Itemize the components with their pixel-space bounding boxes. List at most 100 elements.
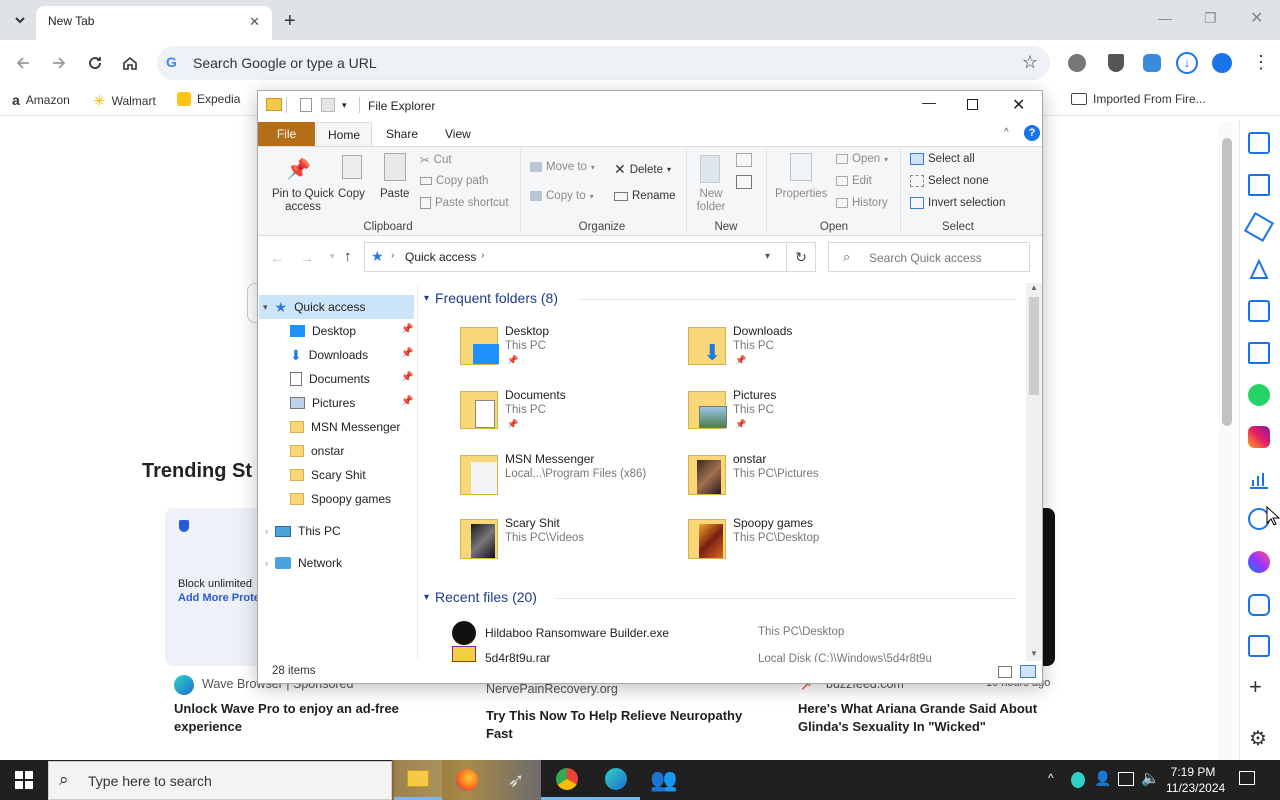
- translate-icon[interactable]: [1248, 635, 1270, 657]
- chevron-right-icon[interactable]: ›: [481, 250, 484, 261]
- taskbar-chrome[interactable]: [541, 760, 593, 800]
- forward-icon[interactable]: [50, 54, 68, 72]
- taskbar-firefox[interactable]: [443, 760, 491, 800]
- frequent-folders-header[interactable]: ▾ Frequent folders (8): [424, 290, 558, 306]
- details-view-icon[interactable]: [998, 666, 1012, 678]
- messenger-icon[interactable]: [1248, 551, 1270, 573]
- nav-documents[interactable]: Documents: [290, 368, 370, 390]
- back-icon[interactable]: [14, 54, 32, 72]
- back-arrow-icon[interactable]: ←: [270, 250, 284, 266]
- recent-file-name[interactable]: Hildaboo Ransomware Builder.exe: [485, 626, 669, 640]
- ad-card-image[interactable]: Block unlimited Add More Prote: [165, 508, 260, 666]
- maximize-button[interactable]: [967, 99, 978, 110]
- new-tab-button[interactable]: +: [284, 10, 296, 33]
- toggle-extension-icon[interactable]: [1143, 54, 1161, 72]
- whatsapp-icon[interactable]: [1248, 384, 1270, 406]
- delete-button[interactable]: ✕ Delete ▾: [614, 161, 671, 178]
- volume-icon[interactable]: 🔈: [1141, 769, 1160, 787]
- pin-icon[interactable]: 📌: [401, 348, 413, 359]
- close-button[interactable]: ✕: [1012, 95, 1025, 115]
- folder-icon[interactable]: [688, 455, 726, 495]
- collapse-ribbon-icon[interactable]: ^: [1004, 127, 1009, 138]
- folder-icon[interactable]: [688, 519, 726, 559]
- search-box[interactable]: ⌕ Search Quick access: [828, 242, 1030, 272]
- omnibox[interactable]: G Search Google or type a URL ☆: [157, 46, 1050, 80]
- move-to-button[interactable]: Move to ▾: [530, 161, 595, 173]
- taskbar-wave-browser[interactable]: [592, 760, 640, 800]
- taskbar-rocket-app[interactable]: ➶: [492, 760, 540, 800]
- paste-button[interactable]: Paste: [380, 188, 409, 200]
- restore-button[interactable]: ❐: [1204, 10, 1217, 27]
- folder-name[interactable]: Documents: [505, 388, 566, 402]
- folder-name[interactable]: Pictures: [733, 388, 776, 402]
- taskbar-search[interactable]: ⌕ Type here to search: [48, 761, 392, 800]
- pin-quick-access-button[interactable]: Pin to Quick access: [264, 188, 342, 214]
- ai-bot-icon[interactable]: [1248, 594, 1270, 616]
- shopping-icon[interactable]: [1248, 258, 1270, 280]
- network-icon[interactable]: [1118, 772, 1134, 786]
- profile-avatar[interactable]: [1212, 53, 1232, 73]
- taskbar-msn-messenger[interactable]: 👥: [640, 760, 688, 800]
- nav-spoopy-games[interactable]: Spoopy games: [290, 488, 391, 510]
- nav-downloads[interactable]: ⬇ Downloads: [290, 344, 368, 366]
- minimize-button[interactable]: —: [922, 94, 936, 110]
- recent-locations-icon[interactable]: ▾: [330, 251, 335, 262]
- bookmark-walmart[interactable]: ✳ Walmart: [93, 92, 156, 110]
- forward-arrow-icon[interactable]: →: [300, 250, 314, 266]
- chart-icon[interactable]: [1248, 468, 1270, 490]
- add-icon[interactable]: +: [1249, 674, 1262, 700]
- bookmark-icon[interactable]: [1248, 132, 1270, 154]
- refresh-button[interactable]: ↻: [787, 242, 816, 272]
- shield-extension-icon[interactable]: [1108, 54, 1124, 72]
- nav-msn-messenger[interactable]: MSN Messenger: [290, 416, 400, 438]
- new-folder-quick-icon[interactable]: [321, 98, 335, 112]
- nav-desktop[interactable]: Desktop: [290, 320, 356, 342]
- folder-name[interactable]: MSN Messenger: [505, 452, 594, 466]
- reload-icon[interactable]: [86, 54, 104, 72]
- select-all-button[interactable]: Select all: [910, 153, 975, 165]
- notes-icon[interactable]: [1248, 342, 1270, 364]
- help-icon[interactable]: ?: [1024, 125, 1040, 141]
- folder-name[interactable]: Downloads: [733, 324, 792, 338]
- folder-name[interactable]: Desktop: [505, 324, 549, 338]
- easy-access-icon[interactable]: [736, 175, 752, 189]
- folder-icon[interactable]: [460, 327, 499, 365]
- nav-quick-access[interactable]: ▾ ★ Quick access: [263, 296, 365, 318]
- tray-wave-icon[interactable]: [1071, 772, 1085, 788]
- copy-path-button[interactable]: Copy path: [420, 175, 488, 187]
- pin-icon[interactable]: 📌: [401, 324, 413, 335]
- folder-icon[interactable]: [460, 391, 498, 429]
- nav-this-pc[interactable]: › This PC: [265, 520, 341, 542]
- large-icons-view-icon[interactable]: [1020, 665, 1036, 678]
- history-button[interactable]: History: [836, 197, 888, 209]
- nav-network[interactable]: › Network: [265, 552, 342, 574]
- properties-button[interactable]: Properties: [775, 188, 827, 200]
- bookmark-folder-imported[interactable]: Imported From Fire...: [1071, 92, 1206, 106]
- download-icon[interactable]: ↓: [1176, 52, 1198, 74]
- recent-file-name[interactable]: 5d4r8t9u.rar: [485, 651, 550, 662]
- select-none-button[interactable]: Select none: [910, 175, 989, 187]
- new-item-icon[interactable]: [736, 153, 752, 167]
- taskbar-file-explorer[interactable]: [394, 760, 442, 800]
- folder-name[interactable]: Scary Shit: [505, 516, 560, 530]
- notifications-icon[interactable]: [1239, 771, 1255, 785]
- home-icon[interactable]: [121, 54, 139, 72]
- tab-search-button[interactable]: [10, 10, 30, 30]
- bookmark-star-icon[interactable]: ☆: [1022, 52, 1038, 73]
- folder-icon[interactable]: [688, 391, 727, 429]
- translate-icon[interactable]: [1248, 300, 1270, 322]
- gear-icon[interactable]: ⚙: [1249, 726, 1267, 751]
- pin-icon[interactable]: 📌: [401, 372, 413, 383]
- tab-share[interactable]: Share: [386, 127, 418, 141]
- bookmark-amazon[interactable]: a Amazon: [12, 92, 70, 108]
- instagram-icon[interactable]: [1248, 426, 1270, 448]
- content-scrollbar[interactable]: ▲ ▼: [1026, 283, 1042, 661]
- scroll-up-icon[interactable]: ▲: [1030, 283, 1038, 292]
- nav-onstar[interactable]: onstar: [290, 440, 344, 462]
- copy-to-button[interactable]: Copy to ▾: [530, 190, 594, 202]
- page-scrollbar[interactable]: [1219, 122, 1235, 760]
- page-scrollbar-thumb[interactable]: [1222, 138, 1232, 426]
- tab-view[interactable]: View: [445, 127, 471, 141]
- chevron-down-icon[interactable]: ▾: [765, 251, 770, 262]
- copy-button[interactable]: Copy: [338, 188, 365, 200]
